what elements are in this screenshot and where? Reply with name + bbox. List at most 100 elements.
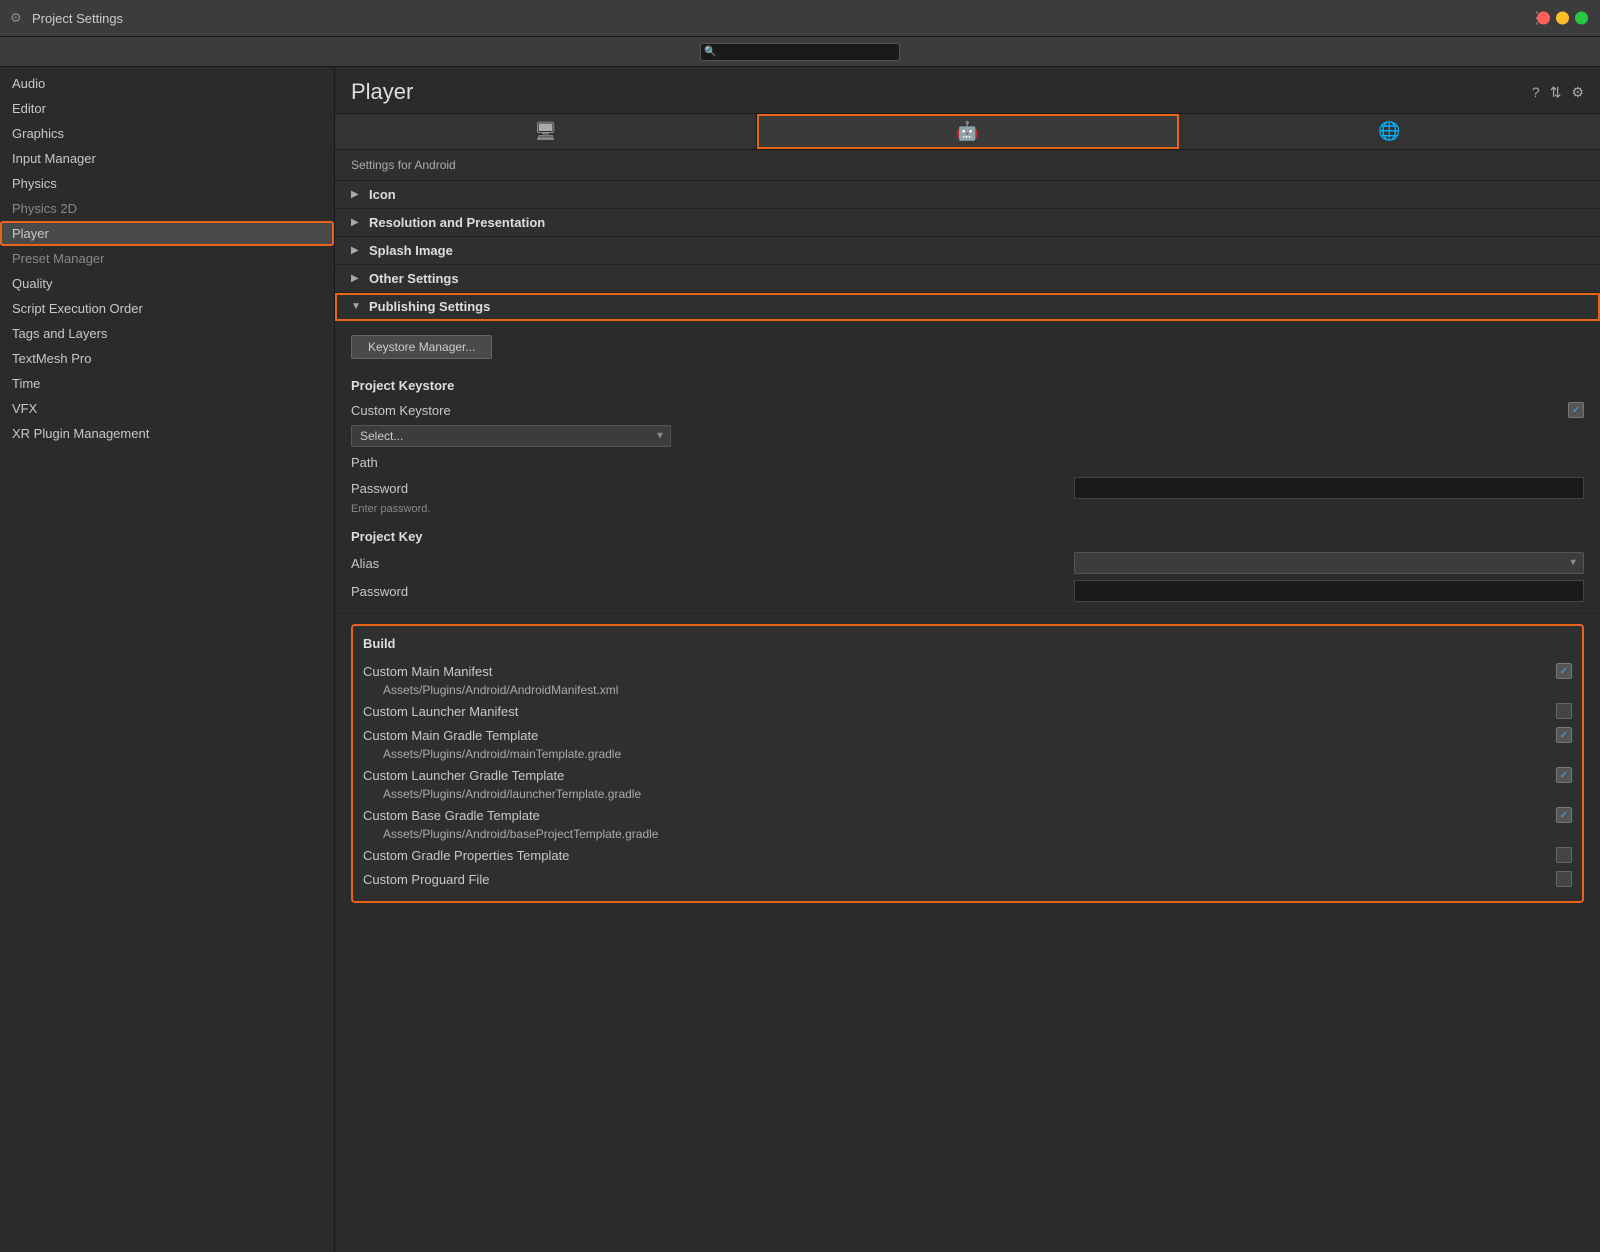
sidebar-item-graphics[interactable]: Graphics [0,121,334,146]
sidebar-item-player[interactable]: Player [0,221,334,246]
custom-keystore-row: Custom Keystore ✓ [351,398,1584,422]
custom-proguard-row: Custom Proguard File [363,867,1572,891]
key-password-input[interactable] [1074,580,1584,602]
page-title: Player [351,79,413,105]
custom-base-gradle-checkbox[interactable]: ✓ [1556,807,1572,823]
password-label: Password [351,481,1074,496]
section-resolution[interactable]: ▶ Resolution and Presentation [335,209,1600,237]
platform-tabs: 🖥 🤖 🌐 [335,114,1600,150]
settings-icon: ⚙ [10,10,26,26]
layout-icon[interactable]: ⇅ [1550,84,1562,101]
minimize-button[interactable] [1556,12,1569,25]
custom-launcher-gradle-checkbox[interactable]: ✓ [1556,767,1572,783]
custom-gradle-props-row: Custom Gradle Properties Template [363,843,1572,867]
custom-base-gradle-row: Custom Base Gradle Template ✓ [363,803,1572,827]
content-header: Player ? ⇅ ⚙ [335,67,1600,114]
custom-launcher-gradle-label: Custom Launcher Gradle Template [363,768,1556,783]
section-other-title: Other Settings [369,271,459,286]
section-splash-title: Splash Image [369,243,453,258]
sidebar-item-tags-and-layers[interactable]: Tags and Layers [0,321,334,346]
sidebar-item-physics[interactable]: Physics [0,171,334,196]
custom-launcher-manifest-checkbox[interactable] [1556,703,1572,719]
sidebar-item-xr-plugin-management[interactable]: XR Plugin Management [0,421,334,446]
custom-main-manifest-row: Custom Main Manifest ✓ [363,659,1572,683]
alias-row: Alias ▼ [351,549,1584,577]
sidebar-item-script-execution-order[interactable]: Script Execution Order [0,296,334,321]
section-resolution-title: Resolution and Presentation [369,215,545,230]
custom-launcher-gradle-path: Assets/Plugins/Android/launcherTemplate.… [363,787,1572,803]
key-password-row: Password [351,577,1584,605]
sidebar-item-input-manager[interactable]: Input Manager [0,146,334,171]
project-keystore-heading: Project Keystore [351,371,1584,398]
custom-main-gradle-path: Assets/Plugins/Android/mainTemplate.grad… [363,747,1572,763]
custom-proguard-checkbox[interactable] [1556,871,1572,887]
path-row: Path [351,450,1584,474]
keystore-manager-button[interactable]: Keystore Manager... [351,335,492,359]
header-icons: ? ⇅ ⚙ [1532,84,1584,101]
section-splash[interactable]: ▶ Splash Image [335,237,1600,265]
custom-main-gradle-checkbox[interactable]: ✓ [1556,727,1572,743]
key-password-label: Password [351,584,1074,599]
sidebar: Audio Editor Graphics Input Manager Phys… [0,67,335,1252]
custom-main-gradle-label: Custom Main Gradle Template [363,728,1556,743]
main-layout: Audio Editor Graphics Input Manager Phys… [0,67,1600,1252]
custom-keystore-label: Custom Keystore [351,403,1568,418]
alias-select[interactable] [1074,552,1584,574]
search-wrap: 🔍 [700,43,900,61]
settings-content: ▶ Icon ▶ Resolution and Presentation ▶ S… [335,181,1600,1252]
custom-base-gradle-path: Assets/Plugins/Android/baseProjectTempla… [363,827,1572,843]
password-row: Password [351,474,1584,502]
custom-proguard-label: Custom Proguard File [363,872,1556,887]
settings-for-label: Settings for Android [335,150,1600,181]
custom-main-manifest-label: Custom Main Manifest [363,664,1556,679]
keystore-select-wrap: Select... ▼ [351,425,671,447]
sidebar-item-audio[interactable]: Audio [0,71,334,96]
sidebar-item-preset-manager[interactable]: Preset Manager [0,246,334,271]
search-bar: 🔍 [0,37,1600,67]
close-button[interactable] [1537,12,1550,25]
gear-icon[interactable]: ⚙ [1571,84,1584,101]
arrow-icon: ▶ [351,189,363,200]
content-area: Player ? ⇅ ⚙ 🖥 🤖 🌐 Settings for Android [335,67,1600,1252]
publishing-body: Keystore Manager... Project Keystore Cus… [335,321,1600,614]
tab-desktop[interactable]: 🖥 [335,114,757,149]
keystore-select[interactable]: Select... [351,425,671,447]
section-publishing-title: Publishing Settings [369,299,490,314]
android-icon: 🤖 [956,121,978,142]
custom-launcher-manifest-row: Custom Launcher Manifest [363,699,1572,723]
custom-main-manifest-checkbox[interactable]: ✓ [1556,663,1572,679]
section-publishing[interactable]: ▼ Publishing Settings [335,293,1600,321]
sidebar-item-quality[interactable]: Quality [0,271,334,296]
custom-gradle-props-checkbox[interactable] [1556,847,1572,863]
sidebar-item-vfx[interactable]: VFX [0,396,334,421]
help-icon[interactable]: ? [1532,84,1540,100]
tab-webgl[interactable]: 🌐 [1179,114,1600,149]
custom-main-manifest-path: Assets/Plugins/Android/AndroidManifest.x… [363,683,1572,699]
custom-main-gradle-row: Custom Main Gradle Template ✓ [363,723,1572,747]
alias-label: Alias [351,556,1074,571]
sidebar-item-time[interactable]: Time [0,371,334,396]
section-icon[interactable]: ▶ Icon [335,181,1600,209]
arrow-icon: ▶ [351,245,363,256]
section-icon-title: Icon [369,187,396,202]
search-icon: 🔍 [704,46,716,57]
custom-base-gradle-label: Custom Base Gradle Template [363,808,1556,823]
search-input[interactable] [700,43,900,61]
custom-launcher-manifest-label: Custom Launcher Manifest [363,704,1556,719]
webgl-icon: 🌐 [1378,121,1400,142]
maximize-button[interactable] [1575,12,1588,25]
build-section: Build Custom Main Manifest ✓ Assets/Plug… [351,624,1584,903]
enter-password-hint: Enter password. [351,502,1584,516]
sidebar-item-editor[interactable]: Editor [0,96,334,121]
titlebar: ⚙ Project Settings ⋮ [0,0,1600,37]
sidebar-item-textmesh-pro[interactable]: TextMesh Pro [0,346,334,371]
custom-gradle-props-label: Custom Gradle Properties Template [363,848,1556,863]
project-key-heading: Project Key [351,522,1584,549]
sidebar-item-physics2d[interactable]: Physics 2D [0,196,334,221]
chevron-down-icon: ▼ [351,301,363,312]
custom-launcher-gradle-row: Custom Launcher Gradle Template ✓ [363,763,1572,787]
password-input[interactable] [1074,477,1584,499]
tab-android[interactable]: 🤖 [757,114,1179,149]
section-other[interactable]: ▶ Other Settings [335,265,1600,293]
custom-keystore-checkbox[interactable]: ✓ [1568,402,1584,418]
